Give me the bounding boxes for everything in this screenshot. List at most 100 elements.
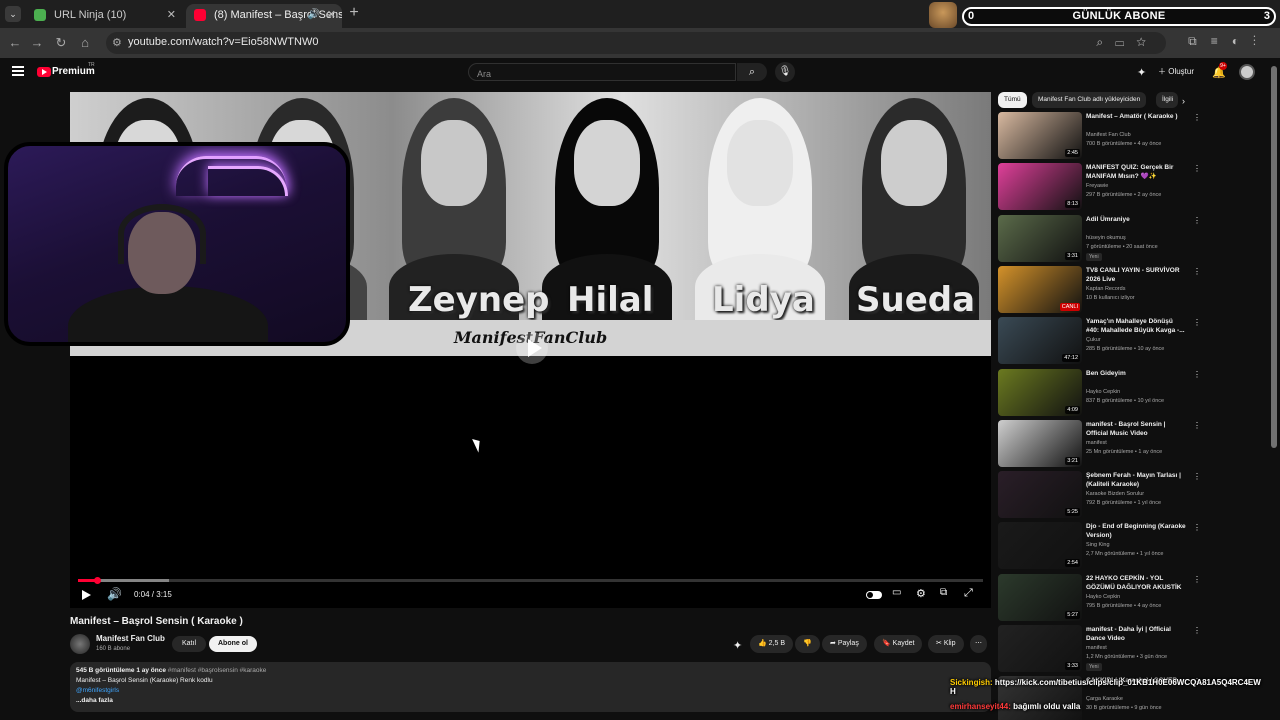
channel-avatar[interactable] xyxy=(70,634,90,654)
more-options-icon[interactable]: ⋮ xyxy=(1193,164,1201,173)
recommended-title[interactable]: Şebnem Ferah - Mayın Tarlası | (Kaliteli… xyxy=(1086,471,1186,489)
recommended-video[interactable]: 8:13 MANIFEST QUIZ: Gerçek Bir MANIFAM Mı… xyxy=(998,163,1201,211)
large-play-icon[interactable] xyxy=(516,332,548,364)
video-thumbnail[interactable]: 5:27 xyxy=(998,574,1082,621)
video-thumbnail[interactable]: 2:45 xyxy=(998,112,1082,159)
page-scrollbar[interactable] xyxy=(1271,66,1277,448)
recommended-title[interactable]: Manifest – Amatör ( Karaoke ) xyxy=(1086,112,1186,121)
extensions-menu-icons[interactable]: ⧉≡◐⋮ xyxy=(1188,34,1270,49)
recommended-channel[interactable]: hüseyin okumuş xyxy=(1086,235,1126,241)
recommended-video[interactable]: CANLI TV8 CANLI YAYIN - SURVİVOR 2026 Liv… xyxy=(998,266,1201,314)
audio-playing-icon[interactable]: 🔊 xyxy=(308,4,320,26)
more-options-icon[interactable]: ⋮ xyxy=(1193,216,1201,225)
recommended-video[interactable]: 3:21 manifest - Başrol Sensin | Official … xyxy=(998,420,1201,468)
recommended-channel[interactable]: Karaoke Bizden Sorulur xyxy=(1086,491,1144,497)
desc-link[interactable]: @m6nifestgirls xyxy=(76,686,985,696)
recommended-video[interactable]: 5:27 22 HAYKO CEPKİN - YOL GÖZÜMÜ DAĞLIYO… xyxy=(998,574,1201,622)
subtitles-icon[interactable]: ▭ xyxy=(892,587,901,598)
home-icon[interactable]: ⌂ xyxy=(76,34,94,52)
recommended-title[interactable]: Adil Ümraniye xyxy=(1086,215,1186,224)
zoom-install-bookmark-icons[interactable]: ⌕▭☆ xyxy=(1096,35,1158,50)
recommended-video[interactable]: 3:31 Adil Ümraniye hüseyin okumuş 7 görüntü… xyxy=(998,215,1201,263)
search-input[interactable] xyxy=(469,66,735,82)
close-tab-icon[interactable]: ✕ xyxy=(167,4,176,26)
channel-name[interactable]: Manifest Fan Club xyxy=(96,634,165,643)
video-thumbnail[interactable]: 3:21 xyxy=(998,420,1082,467)
recommended-title[interactable]: Djo - End of Beginning (Karaoke Version) xyxy=(1086,522,1186,540)
recommended-channel[interactable]: Hayko Cepkin xyxy=(1086,594,1120,600)
recommended-channel[interactable]: manifest xyxy=(1086,440,1107,446)
seek-bar[interactable] xyxy=(78,577,983,584)
recommended-channel[interactable]: Freyawie xyxy=(1086,183,1108,189)
description-box[interactable]: 545 B görüntüleme 1 ay önce #manifest #b… xyxy=(70,662,991,712)
site-info-icon[interactable]: ⚙ xyxy=(112,36,122,49)
more-options-icon[interactable]: ⋮ xyxy=(1193,575,1201,584)
video-thumbnail[interactable]: 47:12 xyxy=(998,317,1082,364)
create-button[interactable]: ＋ Oluştur xyxy=(1158,66,1194,77)
ask-ai-icon[interactable]: ✦ xyxy=(733,639,742,652)
reload-icon[interactable]: ↻ xyxy=(52,34,70,52)
more-options-icon[interactable]: ⋮ xyxy=(1193,113,1201,122)
settings-gear-icon[interactable]: ⚙ xyxy=(916,587,926,600)
recommended-video[interactable]: 47:12 Yamaç'ın Mahalleye Dönüşü #40: Maha… xyxy=(998,317,1201,365)
tab-youtube-video[interactable]: (8) Manifest – Başrol Sensin 🔊 ✕ xyxy=(186,4,342,28)
fullscreen-icon[interactable]: ⤢ xyxy=(964,587,973,600)
play-icon[interactable] xyxy=(82,590,91,600)
subscribe-button[interactable]: Abone ol xyxy=(209,636,257,652)
autoplay-toggle[interactable] xyxy=(866,591,882,599)
recommended-title[interactable]: manifest - Daha İyi | Official Dance Vid… xyxy=(1086,625,1186,643)
more-actions-button[interactable]: ⋯ xyxy=(970,635,987,653)
chips-next-arrow-icon[interactable]: › xyxy=(1182,96,1185,106)
recommended-video[interactable]: 5:25 Şebnem Ferah - Mayın Tarlası | (Kali… xyxy=(998,471,1201,519)
recommended-title[interactable]: Ben Gideyim xyxy=(1086,369,1186,378)
miniplayer-icon[interactable]: ⧉ xyxy=(940,587,947,598)
voice-search-button[interactable]: 🎙 xyxy=(775,62,795,82)
tab-search-button[interactable]: ⌄ xyxy=(5,6,21,22)
account-avatar[interactable] xyxy=(1239,64,1255,80)
video-thumbnail[interactable]: CANLI xyxy=(998,266,1082,313)
scrubber-handle[interactable] xyxy=(94,577,101,584)
more-options-icon[interactable]: ⋮ xyxy=(1193,318,1201,327)
more-options-icon[interactable]: ⋮ xyxy=(1193,421,1201,430)
volume-icon[interactable]: 🔊 xyxy=(107,587,122,601)
more-options-icon[interactable]: ⋮ xyxy=(1193,626,1201,635)
more-options-icon[interactable]: ⋮ xyxy=(1193,523,1201,532)
more-options-icon[interactable]: ⋮ xyxy=(1193,370,1201,379)
recommended-video[interactable]: 2:45 Manifest – Amatör ( Karaoke ) Manifes… xyxy=(998,112,1201,160)
chip-all[interactable]: Tümü xyxy=(998,92,1027,108)
video-thumbnail[interactable]: 5:25 xyxy=(998,471,1082,518)
recommended-title[interactable]: MANIFEST QUIZ: Gerçek Bir MANIFAM Mısın?… xyxy=(1086,163,1186,181)
desc-hashtags[interactable]: #manifest #başrolsensin #karaoke xyxy=(168,667,267,674)
tab-url-ninja[interactable]: URL Ninja (10) ✕ xyxy=(26,4,182,28)
youtube-logo-icon[interactable] xyxy=(37,67,51,77)
recommended-title[interactable]: TV8 CANLI YAYIN - SURVİVOR 2026 Live xyxy=(1086,266,1186,284)
chip-related[interactable]: İlgili xyxy=(1156,92,1178,108)
recommended-title[interactable]: 22 HAYKO CEPKİN - YOL GÖZÜMÜ DAĞLIYOR AK… xyxy=(1086,574,1186,592)
dislike-button[interactable]: 👎 xyxy=(795,635,820,653)
show-more-link[interactable]: ...daha fazla xyxy=(76,696,985,706)
recommended-channel[interactable]: Hayko Cepkin xyxy=(1086,389,1120,395)
gemini-icon[interactable]: ✦ xyxy=(1137,66,1146,79)
video-thumbnail[interactable]: 3:33 xyxy=(998,625,1082,672)
recommended-channel[interactable]: manifest xyxy=(1086,645,1107,651)
search-button[interactable]: ⌕ xyxy=(737,63,767,81)
more-options-icon[interactable]: ⋮ xyxy=(1193,472,1201,481)
recommended-channel[interactable]: Manifest Fan Club xyxy=(1086,132,1131,138)
forward-icon[interactable]: → xyxy=(28,34,46,52)
more-options-icon[interactable]: ⋮ xyxy=(1193,267,1201,276)
menu-icon[interactable] xyxy=(12,66,24,76)
video-thumbnail[interactable]: 8:13 xyxy=(998,163,1082,210)
recommended-title[interactable]: Yamaç'ın Mahalleye Dönüşü #40: Mahallede… xyxy=(1086,317,1186,335)
video-thumbnail[interactable]: 4:09 xyxy=(998,369,1082,416)
video-thumbnail[interactable]: 3:31 xyxy=(998,215,1082,262)
new-tab-button[interactable]: + xyxy=(346,4,362,24)
recommended-channel[interactable]: Çukur xyxy=(1086,337,1101,343)
like-button[interactable]: 👍 2,5 B xyxy=(750,635,794,653)
recommended-channel[interactable]: Kaptan Records xyxy=(1086,286,1125,292)
share-button[interactable]: ➦ Paylaş xyxy=(822,635,867,653)
clip-button[interactable]: ✂ Klip xyxy=(928,635,964,653)
back-icon[interactable]: ← xyxy=(6,34,24,52)
recommended-title[interactable]: manifest - Başrol Sensin | Official Musi… xyxy=(1086,420,1186,438)
recommended-video[interactable]: 4:09 Ben Gideyim Hayko Cepkin 837 B görüntü… xyxy=(998,369,1201,417)
join-button[interactable]: Katıl xyxy=(172,636,207,652)
